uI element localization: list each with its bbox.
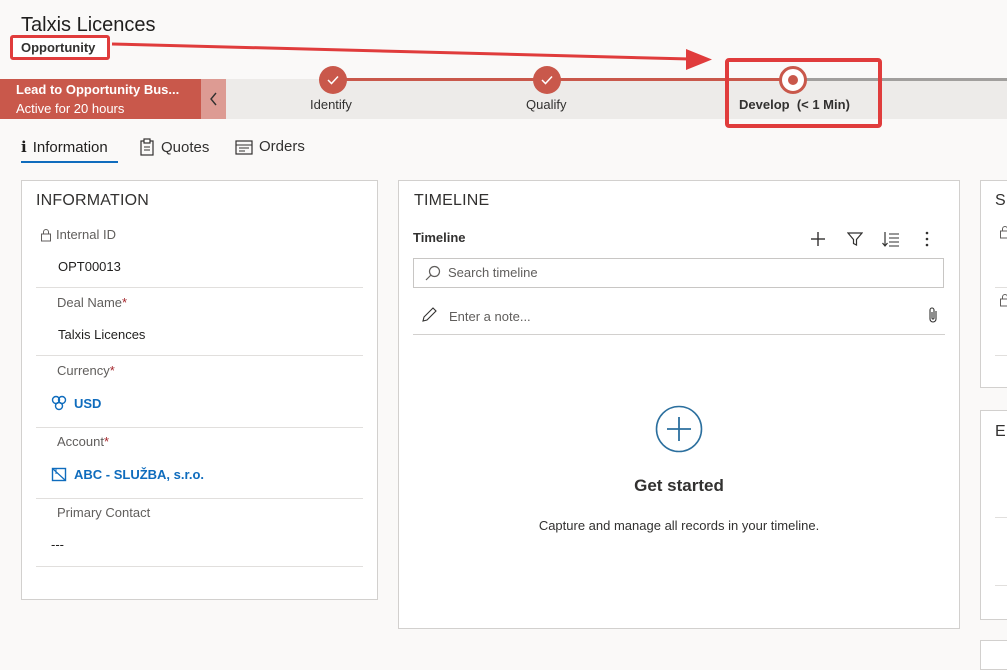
tab-orders-label: Orders [259,138,305,155]
lock-icon [999,293,1007,312]
tab-quotes-label: Quotes [161,139,209,156]
search-icon [425,265,441,286]
empty-state-text: Capture and manage all records in your t… [479,518,879,533]
filter-button[interactable] [845,229,865,249]
information-card [21,180,378,600]
note-input[interactable]: Enter a note... [449,309,531,324]
right-card-bottom-title: E [995,423,1006,441]
divider [995,517,1007,518]
stage-qualify-dot[interactable] [533,66,561,94]
process-active-duration: Active for 20 hours [16,101,124,116]
primary-contact-label: Primary Contact [57,505,150,520]
account-link[interactable]: ABC - SLUŽBA, s.r.o. [74,467,204,482]
internal-id-value: OPT00013 [58,259,121,274]
lock-icon [999,225,1007,244]
active-tab-underline [21,161,118,163]
more-options-button[interactable] [917,229,937,249]
deal-name-label: Deal Name* [57,295,127,310]
sort-icon [882,231,900,247]
chevron-left-icon [209,92,219,106]
divider [36,498,363,499]
account-icon [51,466,67,482]
required-marker: * [110,363,115,378]
tab-information[interactable]: i Information [21,138,108,156]
tab-information-label: Information [33,139,108,156]
pencil-icon [421,306,438,328]
plus-icon [810,231,826,247]
deal-name-label-text: Deal Name [57,295,122,310]
stage-connector [333,78,793,81]
checkmark-icon [541,75,553,85]
search-placeholder: Search timeline [448,265,538,280]
right-card-top-title: S [995,192,1006,210]
right-card-bottom [980,410,1007,620]
account-lookup[interactable]: ABC - SLUŽBA, s.r.o. [51,466,204,482]
currency-lookup[interactable]: USD [51,395,101,411]
divider [36,287,363,288]
divider [995,287,1007,288]
timeline-section-title: TIMELINE [414,192,489,210]
tab-orders[interactable]: Orders [235,138,305,155]
currency-icon [51,395,67,411]
stage-identify-dot[interactable] [319,66,347,94]
primary-contact-field[interactable]: --- [51,537,64,552]
divider [36,427,363,428]
right-card-partial [980,640,1007,670]
currency-link[interactable]: USD [74,396,101,411]
account-label-text: Account [57,434,104,449]
checkmark-icon [327,75,339,85]
sort-button[interactable] [881,229,901,249]
more-vertical-icon [925,231,929,247]
orders-icon [235,139,253,155]
divider [413,334,945,335]
stage-qualify-label[interactable]: Qualify [526,97,566,112]
right-card-top [980,180,1007,388]
internal-id-label: Internal ID [40,227,116,242]
lock-icon [40,228,52,242]
develop-highlight-box [725,58,882,128]
stage-identify-label[interactable]: Identify [310,97,352,112]
required-marker: * [104,434,109,449]
divider [36,566,363,567]
required-marker: * [122,295,127,310]
divider [36,355,363,356]
record-title: Talxis Licences [21,14,156,37]
divider [995,355,1007,356]
currency-label: Currency* [57,363,115,378]
information-section-title: INFORMATION [36,192,149,210]
entity-label: Opportunity [21,40,95,55]
add-button[interactable] [808,229,828,249]
process-name: Lead to Opportunity Bus... [16,82,194,97]
attachment-icon[interactable] [927,306,939,329]
empty-state-title: Get started [559,476,799,496]
currency-label-text: Currency [57,363,110,378]
add-circle-icon[interactable] [655,405,703,458]
tab-quotes[interactable]: Quotes [139,138,209,156]
process-collapse-button[interactable] [201,79,226,119]
clipboard-icon [139,138,155,156]
account-label: Account* [57,434,109,449]
divider [995,585,1007,586]
internal-id-label-text: Internal ID [56,227,116,242]
deal-name-field[interactable]: Talxis Licences [58,327,145,342]
info-icon: i [21,138,27,156]
filter-icon [847,231,863,247]
timeline-subtitle: Timeline [413,230,466,245]
